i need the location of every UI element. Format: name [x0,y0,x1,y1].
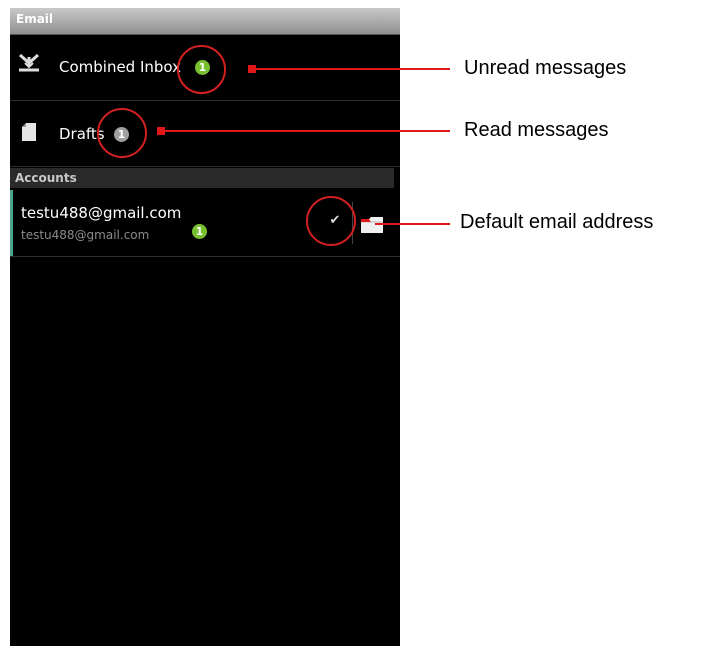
account-name: testu488@gmail.com [21,204,182,222]
callout-line [163,130,450,132]
callout-label: Read messages [464,119,609,141]
section-header-label: Accounts [15,171,77,185]
annotation-circle [177,45,226,94]
annotation-circle [306,196,356,246]
drafts-icon [22,123,36,141]
callout-line [254,68,450,70]
accounts-section-header: Accounts [10,168,394,188]
callout-line [375,223,450,225]
folder-label: Combined Inbox [59,58,182,76]
account-color-bar [10,190,13,256]
combined-inbox-icon [18,53,40,73]
title-bar: Email [10,8,400,35]
app-title: Email [16,12,54,26]
folder-item-drafts[interactable]: Drafts 1 [10,101,400,167]
account-address: testu488@gmail.com [21,228,150,242]
unread-count-badge: 1 [192,224,207,239]
folder-icon[interactable] [361,216,385,234]
callout-label: Unread messages [464,57,627,79]
email-app-screen: Email Combined Inbox 1 Drafts 1 Accounts [10,8,400,646]
callout-label: Default email address [460,211,654,233]
annotation-circle [97,108,147,158]
